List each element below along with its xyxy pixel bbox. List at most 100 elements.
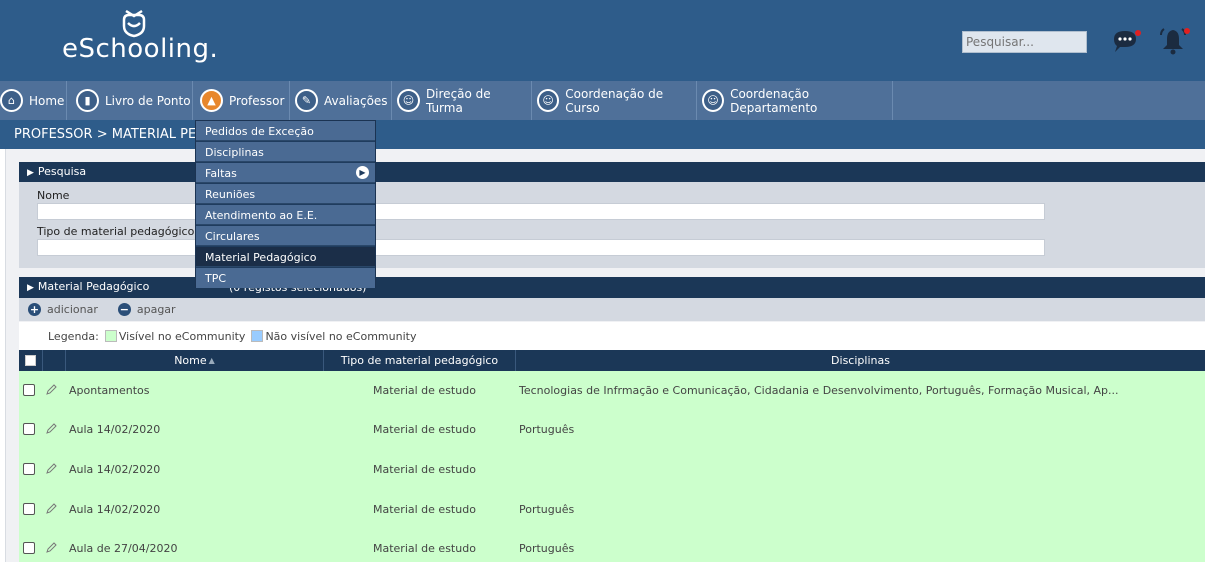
cell-nome: Aula 14/02/2020	[69, 423, 161, 436]
menu-item-label: Reuniões	[205, 188, 256, 201]
select-all-cell	[19, 350, 43, 371]
column-header-tipo[interactable]: Tipo de material pedagógico	[324, 350, 516, 371]
table-row[interactable]: Aula de 27/04/2020 Material de estudo Po…	[19, 529, 1205, 562]
edit-pencil-icon[interactable]	[45, 384, 57, 396]
group-icon: ☺	[702, 89, 725, 112]
caret-right-icon: ▶	[27, 283, 34, 293]
cell-tipo: Material de estudo	[373, 463, 476, 476]
search-panel-title: Pesquisa	[37, 165, 87, 178]
menu-item-reunioes[interactable]: Reuniões	[196, 184, 375, 204]
row-checkbox[interactable]	[23, 463, 35, 475]
nav-item-home[interactable]: ⌂ Home	[0, 81, 67, 120]
type-select[interactable]	[37, 239, 1045, 256]
menu-item-tpc[interactable]: TPC	[196, 268, 375, 288]
home-icon: ⌂	[0, 89, 23, 112]
delete-label: apagar	[136, 303, 176, 316]
cell-disciplinas: Português	[519, 423, 575, 436]
submenu-arrow-icon: ▶	[356, 166, 369, 179]
material-panel-title: Material Pedagógico	[37, 280, 150, 293]
menu-item-label: Material Pedagógico	[205, 251, 317, 264]
nav-item-coordenacao-de-curso[interactable]: ☺ Coordenação de Curso	[533, 81, 697, 120]
menu-item-material-pedagogico[interactable]: Material Pedagógico	[196, 247, 375, 267]
column-label: Nome	[174, 354, 207, 367]
nav-item-label: Coordenação Departamento	[730, 86, 818, 115]
app-header: eSchooling.	[0, 0, 1205, 81]
menu-item-faltas[interactable]: Faltas ▶	[196, 163, 375, 183]
cell-tipo: Material de estudo	[373, 423, 476, 436]
menu-item-label: Atendimento ao E.E.	[205, 209, 318, 222]
column-header-nome[interactable]: Nome ▲	[66, 350, 324, 371]
cell-nome: Aula de 27/04/2020	[69, 542, 178, 555]
chat-icon[interactable]	[1111, 28, 1143, 54]
column-header-disciplinas[interactable]: Disciplinas	[516, 350, 1205, 371]
cell-disciplinas: Português	[519, 542, 575, 555]
row-checkbox[interactable]	[23, 384, 35, 396]
edit-pencil-icon[interactable]	[45, 463, 57, 475]
type-label: Tipo de material pedagógico	[37, 225, 195, 238]
menu-item-label: Pedidos de Exceção	[205, 125, 314, 138]
bell-icon[interactable]	[1158, 26, 1192, 56]
minus-icon: −	[117, 303, 131, 316]
legend-visible-swatch	[104, 330, 117, 342]
table-row[interactable]: Aula 14/02/2020 Material de estudo	[19, 450, 1205, 489]
nav-item-direcao-de-turma[interactable]: ☺ Direção de Turma	[393, 81, 532, 120]
select-all-checkbox[interactable]	[25, 355, 36, 366]
sort-asc-icon: ▲	[208, 356, 215, 365]
nav-item-livro-de-ponto[interactable]: ▮ Livro de Ponto	[68, 81, 193, 120]
legend-label: Legenda:	[48, 329, 99, 343]
nav-item-coordenacao-departamento[interactable]: ☺ Coordenação Departamento	[698, 81, 893, 120]
cell-disciplinas: Tecnologias de Infrmação e Comunicação, …	[519, 384, 1119, 397]
nav-item-label: Direção de Turma	[425, 86, 491, 115]
name-input[interactable]	[37, 203, 1045, 220]
nav-item-label: Avaliações	[324, 93, 388, 108]
menu-item-label: TPC	[205, 272, 227, 285]
edit-pencil-icon[interactable]	[45, 542, 57, 554]
menu-item-atendimento[interactable]: Atendimento ao E.E.	[196, 205, 375, 225]
search-input[interactable]	[962, 31, 1087, 53]
nav-item-label: Livro de Ponto	[105, 93, 191, 108]
menu-item-pedidos-de-excecao[interactable]: Pedidos de Exceção	[196, 121, 375, 141]
nav-item-label: Home	[29, 93, 65, 108]
cell-tipo: Material de estudo	[373, 384, 476, 397]
row-checkbox[interactable]	[23, 542, 35, 554]
caret-right-icon: ▶	[27, 168, 34, 178]
table-row[interactable]: Apontamentos Material de estudo Tecnolog…	[19, 371, 1205, 410]
book-icon: ▮	[76, 89, 99, 112]
add-button[interactable]: + adicionar	[28, 303, 98, 316]
graduation-cap-icon: ▲	[200, 89, 223, 112]
material-toolbar: + adicionar − apagar	[19, 298, 1205, 321]
main-nav: ⌂ Home ▮ Livro de Ponto ▲ Professor ✎ Av…	[0, 81, 1205, 120]
edit-pencil-icon[interactable]	[45, 503, 57, 515]
legend-hidden-text: Não visível no eCommunity	[265, 329, 417, 343]
nav-item-label: Professor	[229, 93, 285, 108]
nav-item-avaliacoes[interactable]: ✎ Avaliações	[291, 81, 392, 120]
row-checkbox[interactable]	[23, 503, 35, 515]
column-label: Tipo de material pedagógico	[340, 354, 499, 367]
logo-text: eSchooling.	[62, 34, 219, 64]
edit-pencil-icon[interactable]	[45, 423, 57, 435]
plus-icon: +	[28, 303, 41, 316]
column-label: Disciplinas	[831, 354, 890, 367]
pencil-icon: ✎	[295, 89, 318, 112]
delete-button[interactable]: − apagar	[117, 303, 176, 316]
nav-item-label: Coordenação de Curso	[565, 86, 664, 115]
table-row[interactable]: Aula 14/02/2020 Material de estudo Portu…	[19, 410, 1205, 449]
edit-column-header	[43, 350, 66, 371]
legend: Legenda: Visível no eCommunity Não visív…	[19, 322, 1205, 350]
table-body: Apontamentos Material de estudo Tecnolog…	[19, 371, 1205, 562]
legend-hidden-swatch	[251, 330, 264, 342]
menu-item-circulares[interactable]: Circulares	[196, 226, 375, 246]
people-icon: ☺	[397, 89, 420, 112]
cell-tipo: Material de estudo	[373, 503, 476, 516]
menu-item-disciplinas[interactable]: Disciplinas	[196, 142, 375, 162]
professor-dropdown-menu: Pedidos de Exceção Disciplinas Faltas ▶ R…	[195, 120, 376, 288]
cell-nome: Aula 14/02/2020	[69, 463, 161, 476]
breadcrumb: PROFESSOR > MATERIAL PEDA	[14, 127, 215, 142]
group-icon: ☺	[537, 89, 560, 112]
row-checkbox[interactable]	[23, 423, 35, 435]
menu-item-label: Disciplinas	[205, 146, 264, 159]
nav-item-professor[interactable]: ▲ Professor	[194, 81, 290, 120]
table-row[interactable]: Aula 14/02/2020 Material de estudo Portu…	[19, 490, 1205, 529]
legend-visible-text: Visível no eCommunity	[118, 329, 246, 343]
cell-disciplinas: Português	[519, 503, 575, 516]
